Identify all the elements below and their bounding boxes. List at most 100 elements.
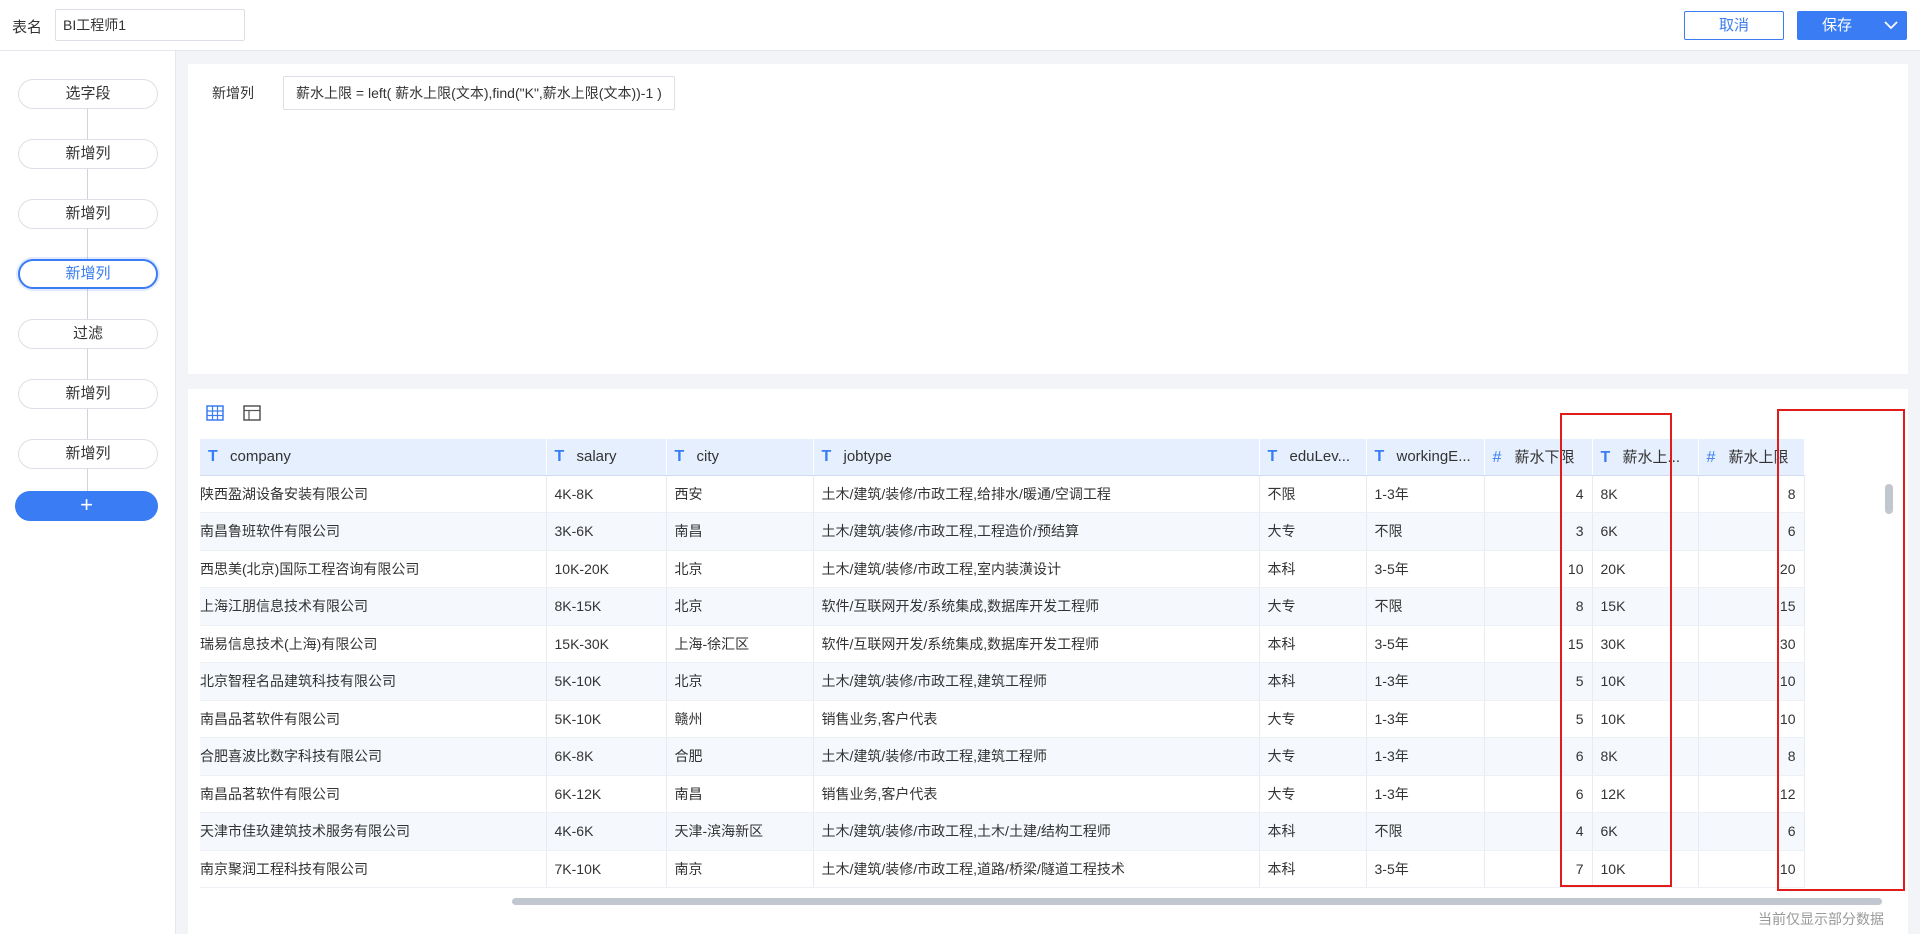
formula-expression[interactable]: 薪水上限 = left( 薪水上限(文本),find("K",薪水上限(文本))… xyxy=(283,76,675,110)
column-header[interactable]: Tcompany xyxy=(200,439,547,476)
table-cell: 8 xyxy=(1484,587,1593,626)
table-cell: 10 xyxy=(1698,850,1805,888)
text-type-icon: T xyxy=(1267,447,1278,465)
table-cell: 土木/建筑/装修/市政工程,土木/土建/结构工程师 xyxy=(813,812,1260,851)
cancel-button[interactable]: 取消 xyxy=(1684,11,1784,40)
table-row[interactable]: 北京智程名品建筑科技有限公司 5K-10K 北京 土木/建筑/装修/市政工程,建筑工程… xyxy=(200,662,1805,701)
column-header[interactable]: TworkingE... xyxy=(1366,439,1485,476)
save-button[interactable]: 保存 xyxy=(1797,11,1907,40)
table-cell: 天津-滨海新区 xyxy=(666,812,814,851)
table-cell: 北京 xyxy=(666,662,814,701)
table-cell: 8K-15K xyxy=(546,587,667,626)
table-cell: 南昌 xyxy=(666,775,814,813)
table-cell: 陕西盈湖设备安装有限公司 xyxy=(200,475,547,513)
partial-data-note: 当前仅显示部分数据 xyxy=(1758,911,1884,927)
table-cell: 大专 xyxy=(1259,775,1367,813)
table-row[interactable]: 陕西盈湖设备安装有限公司 4K-8K 西安 土木/建筑/装修/市政工程,给排水/暖通/… xyxy=(200,475,1805,513)
data-grid[interactable]: Tcompany Tsalary Tcity Tjobtype TeduLev... Tw… xyxy=(200,439,1894,899)
table-row[interactable]: 天津市佳玖建筑技术服务有限公司 4K-6K 天津-滨海新区 土木/建筑/装修/市政工程… xyxy=(200,812,1805,851)
table-row[interactable]: 南昌鲁班软件有限公司 3K-6K 南昌 土木/建筑/装修/市政工程,工程造价/预结算大… xyxy=(200,512,1805,551)
horizontal-scrollbar-thumb[interactable] xyxy=(512,898,1882,905)
table-cell: 30 xyxy=(1698,625,1805,663)
formula-panel: 新增列 薪水上限 = left( 薪水上限(文本),find("K",薪水上限(… xyxy=(188,64,1908,374)
table-row[interactable]: 南昌品茗软件有限公司 6K-12K 南昌 销售业务,客户代表 大专 1-3年 6 12K 12 xyxy=(200,775,1805,813)
table-cell: 10K-20K xyxy=(546,550,667,588)
table-cell: 6K-12K xyxy=(546,775,667,813)
column-header-label: 薪水上限 xyxy=(1728,449,1789,467)
step-item[interactable]: 新增列 xyxy=(18,439,158,469)
table-cell: 3-5年 xyxy=(1366,850,1485,888)
table-cell: 土木/建筑/装修/市政工程,建筑工程师 xyxy=(813,662,1260,701)
table-cell: 15 xyxy=(1484,625,1593,663)
table-cell: 南昌鲁班软件有限公司 xyxy=(200,512,547,551)
table-cell: 本科 xyxy=(1259,850,1367,888)
table-cell: 南京聚润工程科技有限公司 xyxy=(200,850,547,888)
layout-view-icon[interactable] xyxy=(242,403,262,423)
step-connector xyxy=(87,409,88,439)
table-cell: 3-5年 xyxy=(1366,550,1485,588)
table-cell: 合肥 xyxy=(666,737,814,776)
table-cell: 6 xyxy=(1698,812,1805,851)
table-row[interactable]: 南昌品茗软件有限公司 5K-10K 赣州 销售业务,客户代表 大专 1-3年 5 10K 10 xyxy=(200,700,1805,738)
column-header-label: eduLev... xyxy=(1289,447,1351,465)
table-cell: 5K-10K xyxy=(546,700,667,738)
column-header[interactable]: TeduLev... xyxy=(1259,439,1367,476)
table-cell: 南昌 xyxy=(666,512,814,551)
save-button-label: 保存 xyxy=(1821,17,1852,34)
table-cell: 6 xyxy=(1484,737,1593,776)
step-item[interactable]: 选字段 xyxy=(18,79,158,109)
table-name-input[interactable] xyxy=(55,9,245,41)
table-cell: 10K xyxy=(1592,850,1699,888)
step-connector xyxy=(87,109,88,139)
column-header[interactable]: T 薪水上... xyxy=(1592,439,1699,476)
table-header-row: Tcompany Tsalary Tcity Tjobtype TeduLev... Tw… xyxy=(200,439,1805,476)
table-cell: 10 xyxy=(1698,662,1805,701)
table-cell: 不限 xyxy=(1366,812,1485,851)
column-header[interactable]: # 薪水下限 xyxy=(1484,439,1593,476)
table-cell: 土木/建筑/装修/市政工程,道路/桥梁/隧道工程技术 xyxy=(813,850,1260,888)
text-type-icon: T xyxy=(1600,449,1611,467)
horizontal-scrollbar[interactable] xyxy=(200,897,1894,907)
table-cell: 12K xyxy=(1592,775,1699,813)
table-cell: 不限 xyxy=(1259,475,1367,513)
step-item[interactable]: 过滤 xyxy=(18,319,158,349)
add-step-button[interactable]: + xyxy=(15,491,158,521)
table-name-label: 表名 xyxy=(12,19,43,36)
table-cell: 大专 xyxy=(1259,512,1367,551)
column-header-label: 薪水上... xyxy=(1622,449,1681,467)
table-row[interactable]: 瑞易信息技术(上海)有限公司 15K-30K 上海-徐汇区 软件/互联网开发/系统集成… xyxy=(200,625,1805,663)
column-header[interactable]: Tsalary xyxy=(546,439,667,476)
vertical-scrollbar[interactable] xyxy=(1885,484,1893,514)
step-item[interactable]: 新增列 xyxy=(18,199,158,229)
table-cell: 5 xyxy=(1484,662,1593,701)
step-item[interactable]: 新增列 xyxy=(18,139,158,169)
table-cell: 西安 xyxy=(666,475,814,513)
column-header[interactable]: Tjobtype xyxy=(813,439,1260,476)
step-connector xyxy=(87,169,88,199)
table-cell: 合肥喜波比数字科技有限公司 xyxy=(200,737,547,776)
table-row[interactable]: 上海江朋信息技术有限公司 8K-15K 北京 软件/互联网开发/系统集成,数据库开发工… xyxy=(200,587,1805,626)
table-view-icon[interactable] xyxy=(205,403,225,423)
table-cell: 15K-30K xyxy=(546,625,667,663)
column-header[interactable]: # 薪水上限 xyxy=(1698,439,1805,476)
table-cell: 上海-徐汇区 xyxy=(666,625,814,663)
table-cell: 软件/互联网开发/系统集成,数据库开发工程师 xyxy=(813,625,1260,663)
text-type-icon: T xyxy=(674,447,685,465)
table-cell: 1-3年 xyxy=(1366,662,1485,701)
step-sidebar: 选字段 新增列 新增列 新增列 过滤 新增列 新增列 + xyxy=(0,51,176,934)
table-cell: 4 xyxy=(1484,812,1593,851)
table-row[interactable]: 南京聚润工程科技有限公司 7K-10K 南京 土木/建筑/装修/市政工程,道路/桥梁/… xyxy=(200,850,1805,888)
table-cell: 土木/建筑/装修/市政工程,工程造价/预结算 xyxy=(813,512,1260,551)
column-header[interactable]: Tcity xyxy=(666,439,814,476)
table-cell: 瑞易信息技术(上海)有限公司 xyxy=(200,625,547,663)
table-row[interactable]: 西思美(北京)国际工程咨询有限公司 10K-20K 北京 土木/建筑/装修/市政工程,… xyxy=(200,550,1805,588)
step-item-active[interactable]: 新增列 xyxy=(18,259,158,289)
table-cell: 本科 xyxy=(1259,625,1367,663)
table-cell: 土木/建筑/装修/市政工程,给排水/暖通/空调工程 xyxy=(813,475,1260,513)
chevron-down-icon[interactable] xyxy=(1881,14,1901,36)
table-cell: 土木/建筑/装修/市政工程,室内装潢设计 xyxy=(813,550,1260,588)
table-row[interactable]: 合肥喜波比数字科技有限公司 6K-8K 合肥 土木/建筑/装修/市政工程,建筑工程师大… xyxy=(200,737,1805,776)
table-cell: 10K xyxy=(1592,662,1699,701)
table-cell: 20 xyxy=(1698,550,1805,588)
step-item[interactable]: 新增列 xyxy=(18,379,158,409)
